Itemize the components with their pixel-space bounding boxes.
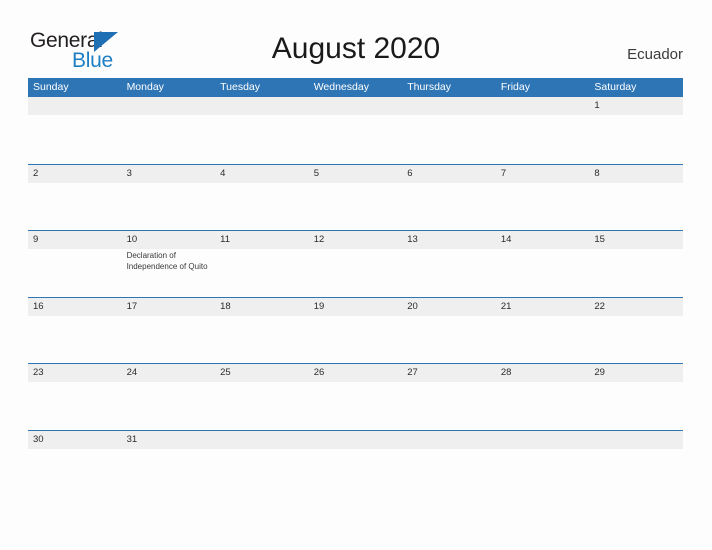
day-number: 10: [126, 234, 138, 246]
day-cell[interactable]: 29: [589, 364, 683, 430]
day-number: 19: [313, 300, 325, 312]
weekday-header-saturday: Saturday: [594, 81, 637, 93]
day-cell[interactable]: 30: [28, 431, 122, 449]
day-cell[interactable]: [122, 97, 216, 164]
week-cells: 1: [28, 97, 683, 164]
week-row: 1: [28, 97, 683, 164]
day-cell[interactable]: 20: [402, 298, 496, 364]
weekday-header-sunday: Sunday: [33, 81, 69, 93]
day-cell[interactable]: 5: [309, 165, 403, 231]
weekday-header-monday: Monday: [126, 81, 164, 93]
day-number: 21: [500, 300, 512, 312]
day-number: 1: [594, 100, 600, 111]
day-number: 26: [313, 367, 325, 379]
day-cell[interactable]: 19: [309, 298, 403, 364]
day-number: 8: [594, 167, 600, 179]
day-number: 7: [500, 167, 507, 179]
day-cell[interactable]: [402, 431, 496, 449]
day-number: 30: [33, 433, 44, 445]
day-cell[interactable]: 6: [402, 165, 496, 231]
day-cell[interactable]: 15: [589, 231, 683, 297]
day-cell[interactable]: [215, 431, 309, 449]
day-number: 6: [407, 167, 413, 179]
day-cell[interactable]: 24: [122, 364, 216, 430]
day-cell[interactable]: 4: [215, 165, 309, 231]
region-label: Ecuador: [627, 46, 683, 63]
day-number: 20: [407, 300, 418, 312]
calendar-grid: Sunday Monday Tuesday Wednesday Thursday…: [28, 78, 683, 449]
day-cell[interactable]: 14: [496, 231, 590, 297]
day-number: 16: [33, 300, 44, 312]
day-number: 9: [33, 234, 39, 246]
day-number: 29: [594, 367, 605, 379]
week-row: 9 10 Declaration of Independence of Quit…: [28, 230, 683, 297]
week-cells: 9 10 Declaration of Independence of Quit…: [28, 231, 683, 297]
day-number: 14: [500, 234, 512, 246]
day-cell[interactable]: [309, 431, 403, 449]
week-row: 30 31: [28, 429, 683, 449]
day-cell[interactable]: 18: [215, 298, 309, 364]
day-number: 18: [220, 300, 231, 312]
week-cells: 2 3 4 5 6 7 8: [28, 165, 683, 231]
day-cell[interactable]: [402, 97, 496, 164]
day-cell[interactable]: 2: [28, 165, 122, 231]
weekday-header-row: Sunday Monday Tuesday Wednesday Thursday…: [28, 78, 683, 97]
holiday-label: Declaration of Independence of Quito: [126, 251, 208, 271]
day-number: 24: [126, 367, 138, 379]
weekday-header-wednesday: Wednesday: [313, 81, 369, 93]
day-number: 25: [220, 367, 231, 379]
day-cell[interactable]: [309, 97, 403, 164]
week-cells: 23 24 25 26 27 28 29: [28, 364, 683, 430]
day-cell[interactable]: 13: [402, 231, 496, 297]
day-cell-holiday[interactable]: 10 Declaration of Independence of Quito: [122, 231, 216, 297]
page-title: August 2020: [271, 32, 441, 65]
day-number: 28: [500, 367, 512, 379]
week-row: 23 24 25 26 27 28 29: [28, 363, 683, 430]
day-cell[interactable]: 11: [215, 231, 309, 297]
day-cell[interactable]: 16: [28, 298, 122, 364]
week-row: 2 3 4 5 6 7 8: [28, 163, 683, 231]
day-cell[interactable]: 31: [122, 431, 216, 449]
day-cell[interactable]: [496, 431, 590, 449]
day-number: 13: [407, 234, 418, 246]
day-number: 11: [220, 234, 230, 246]
day-cell[interactable]: 9: [28, 231, 122, 297]
day-number: 3: [126, 167, 132, 179]
day-number: 27: [407, 367, 418, 379]
day-cell[interactable]: 27: [402, 364, 496, 430]
day-cell[interactable]: 12: [309, 231, 403, 297]
day-number: 17: [126, 300, 138, 312]
page-header: General Blue August 2020 Ecuador: [0, 0, 712, 78]
weekday-header-friday: Friday: [500, 81, 530, 93]
day-cell[interactable]: 3: [122, 165, 216, 231]
weekday-header-thursday: Thursday: [407, 81, 452, 93]
day-number: 4: [220, 167, 226, 179]
day-cell[interactable]: [589, 431, 683, 449]
day-cell[interactable]: 21: [496, 298, 590, 364]
day-cell[interactable]: 26: [309, 364, 403, 430]
day-cell[interactable]: 7: [496, 165, 590, 231]
day-number: 12: [313, 234, 325, 246]
weekday-header-tuesday: Tuesday: [220, 81, 261, 93]
day-cell[interactable]: 1: [589, 97, 683, 164]
day-number: 22: [594, 300, 605, 312]
calendar-page: General Blue August 2020 Ecuador Sunday …: [0, 0, 712, 550]
day-number: 15: [594, 234, 605, 246]
day-cell[interactable]: 28: [496, 364, 590, 430]
week-cells: 16 17 18 19 20 21 22: [28, 298, 683, 364]
day-cell[interactable]: 23: [28, 364, 122, 430]
day-cell[interactable]: 25: [215, 364, 309, 430]
day-cell[interactable]: 17: [122, 298, 216, 364]
day-cell[interactable]: [496, 97, 590, 164]
week-row: 16 17 18 19 20 21 22: [28, 296, 683, 364]
day-number: 31: [126, 433, 138, 445]
day-number: 2: [33, 167, 39, 179]
day-number: 23: [33, 367, 44, 379]
day-cell[interactable]: 8: [589, 165, 683, 231]
day-cell[interactable]: [28, 97, 122, 164]
day-cell[interactable]: [215, 97, 309, 164]
week-cells: 30 31: [28, 431, 683, 449]
day-cell[interactable]: 22: [589, 298, 683, 364]
day-number: 5: [313, 167, 319, 179]
